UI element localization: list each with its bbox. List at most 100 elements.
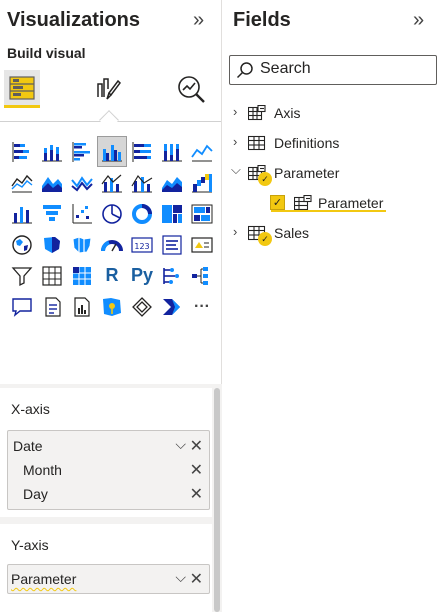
table-definitions[interactable]: › Definitions (223, 130, 442, 156)
well-field-parameter[interactable]: Parameter ⌵ ✕ (8, 568, 209, 592)
selected-check-badge-icon: ✓ (258, 172, 272, 186)
clustered-bar-chart-icon[interactable] (67, 136, 97, 167)
more-visuals-icon[interactable]: ··· (187, 291, 217, 322)
fields-pane: Fields » › Axis › Definitions ⌵ ✓ Parame… (223, 0, 442, 612)
line-stacked-column-chart-icon[interactable] (67, 167, 97, 198)
clustered-column-chart-icon[interactable] (97, 136, 127, 167)
collapse-fields-icon[interactable]: » (413, 8, 424, 32)
xaxis-title: X-axis (11, 401, 50, 417)
custom-visual-icon[interactable] (127, 291, 157, 322)
python-visual-icon[interactable]: Py (127, 260, 157, 291)
yaxis-section: Y-axis Parameter ⌵ ✕ (0, 524, 212, 612)
line-chart-icon[interactable] (187, 136, 217, 167)
visualizations-pane: Visualizations » Build visual 123 R Py ·… (0, 0, 222, 612)
build-visual-label: Build visual (7, 45, 86, 61)
well-field-date[interactable]: Date ⌵ ✕ (8, 435, 209, 459)
table-axis[interactable]: › Axis (223, 100, 442, 126)
field-parameter-underline (271, 210, 386, 212)
stacked-bar-100-chart-icon[interactable] (127, 136, 157, 167)
card-icon[interactable]: 123 (127, 229, 157, 260)
well-field-day[interactable]: Day ✕ (8, 483, 209, 507)
field-label: Month (23, 462, 62, 478)
calculated-table-icon (248, 105, 266, 121)
remove-field-icon[interactable]: ✕ (190, 569, 203, 589)
xaxis-field-well[interactable]: Date ⌵ ✕ Month ✕ Day ✕ (7, 430, 210, 510)
stacked-area-chart-icon[interactable] (37, 167, 67, 198)
chevron-down-icon[interactable]: ⌵ (175, 436, 186, 453)
collapse-visualizations-icon[interactable]: » (193, 8, 204, 32)
filled-map-icon[interactable] (37, 229, 67, 260)
treemap-icon[interactable] (157, 198, 187, 229)
shape-map-icon[interactable] (67, 229, 97, 260)
kpi-icon[interactable] (187, 229, 217, 260)
search-icon (236, 62, 253, 79)
donut-chart-icon[interactable] (127, 198, 157, 229)
map-icon[interactable] (187, 198, 217, 229)
azure-map-icon[interactable] (97, 291, 127, 322)
xaxis-section: X-axis Date ⌵ ✕ Month ✕ Day ✕ (0, 388, 212, 517)
fields-title: Fields (233, 9, 291, 31)
chevron-down-icon[interactable]: ⌵ (231, 162, 241, 178)
qa-visual-icon[interactable] (7, 291, 37, 322)
search-input[interactable] (260, 60, 430, 78)
waterfall-chart-icon[interactable] (157, 167, 187, 198)
gauge-icon[interactable] (97, 229, 127, 260)
r-visual-label: R (105, 265, 119, 285)
field-label: Parameter (318, 195, 384, 211)
smart-narrative-icon[interactable] (37, 291, 67, 322)
paginated-report-icon[interactable] (67, 291, 97, 322)
scatter-chart-icon[interactable] (67, 198, 97, 229)
funnel-icon[interactable] (37, 198, 67, 229)
build-visual-icon[interactable] (4, 70, 40, 108)
table-label: Sales (274, 225, 310, 241)
parameter-field-icon (294, 195, 312, 211)
python-visual-label: Py (130, 265, 154, 285)
field-label: Parameter (11, 571, 77, 587)
field-label: Day (23, 486, 48, 502)
yaxis-title: Y-axis (11, 537, 49, 553)
remove-field-icon[interactable]: ✕ (190, 460, 203, 480)
visualizations-title: Visualizations (7, 9, 141, 31)
field-parameter[interactable]: ✓ Parameter (223, 190, 442, 216)
pie-chart-icon[interactable] (97, 198, 127, 229)
yaxis-field-well[interactable]: Parameter ⌵ ✕ (7, 564, 210, 594)
field-checkbox[interactable]: ✓ (270, 195, 285, 210)
stacked-column-100-chart-icon[interactable] (157, 136, 187, 167)
stacked-bar-chart-icon[interactable] (7, 136, 37, 167)
selected-check-badge-icon: ✓ (258, 232, 272, 246)
stacked-column-chart-icon[interactable] (37, 136, 67, 167)
visual-gallery: 123 R Py ··· (7, 136, 217, 322)
line-clustered-column-chart-icon[interactable] (97, 167, 127, 198)
chevron-right-icon[interactable]: › (233, 224, 237, 239)
ribbon-chart-icon[interactable] (127, 167, 157, 198)
search-box[interactable] (229, 55, 437, 85)
chevron-right-icon[interactable]: › (233, 134, 237, 149)
chevron-down-icon[interactable]: ⌵ (175, 569, 186, 586)
area-chart-icon[interactable] (7, 167, 37, 198)
remove-field-icon[interactable]: ✕ (190, 436, 203, 456)
pane-divider-notch (99, 110, 119, 130)
format-visual-icon[interactable] (90, 70, 126, 108)
table-icon (248, 135, 266, 151)
table-parameter[interactable]: ⌵ ✓ Parameter (223, 160, 442, 186)
table-label: Axis (274, 105, 301, 121)
table-label: Definitions (274, 135, 340, 151)
r-visual-icon[interactable]: R (97, 260, 127, 291)
analytics-icon[interactable] (173, 70, 209, 108)
table-icon[interactable] (37, 260, 67, 291)
key-influencers-icon[interactable] (157, 260, 187, 291)
table-label: Parameter (274, 165, 340, 181)
remove-field-icon[interactable]: ✕ (190, 484, 203, 504)
slicer-icon[interactable] (7, 260, 37, 291)
decomposition-tree-icon[interactable] (187, 260, 217, 291)
multi-row-card-icon[interactable] (157, 229, 187, 260)
funnel-chart-icon[interactable] (187, 167, 217, 198)
waterfall-column-icon[interactable] (7, 198, 37, 229)
matrix-icon[interactable] (67, 260, 97, 291)
power-automate-icon[interactable] (157, 291, 187, 322)
field-wells-scrollbar[interactable] (214, 388, 220, 612)
well-field-month[interactable]: Month ✕ (8, 459, 209, 483)
table-sales[interactable]: › ✓ Sales (223, 220, 442, 246)
chevron-right-icon[interactable]: › (233, 104, 237, 119)
globe-map-icon[interactable] (7, 229, 37, 260)
